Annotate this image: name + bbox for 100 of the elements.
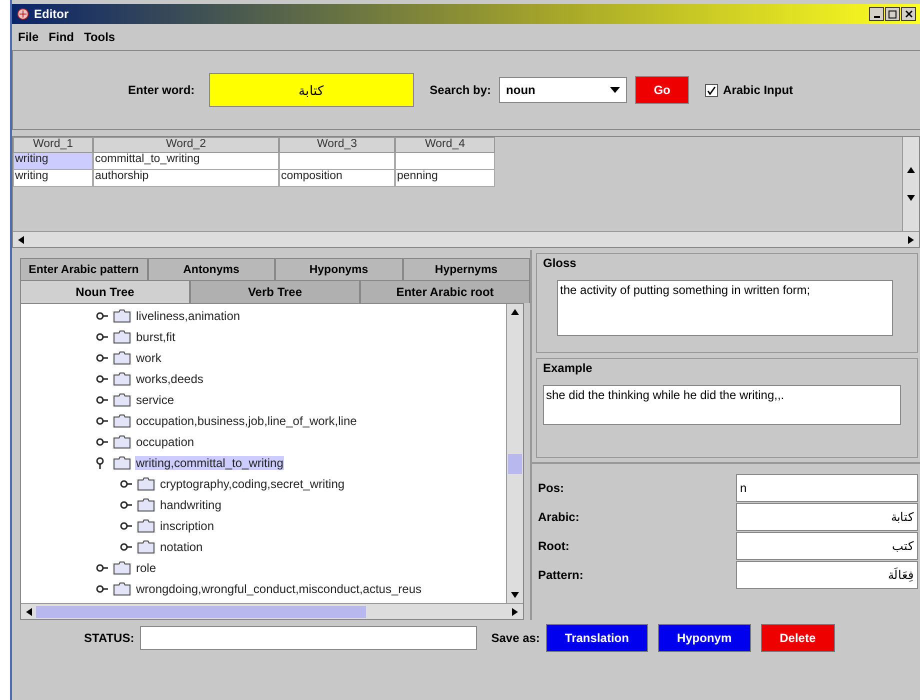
- word-field[interactable]: كتابة: [208, 73, 414, 107]
- collapsed-handle-icon[interactable]: [95, 372, 109, 384]
- vertical-scrollbar[interactable]: [506, 304, 523, 603]
- tree-item[interactable]: work: [135, 350, 162, 364]
- table-cell[interactable]: committal_to_writing: [93, 153, 279, 170]
- folder-icon: [113, 392, 131, 406]
- folder-icon: [113, 414, 131, 428]
- tab[interactable]: Antonyms: [148, 258, 275, 280]
- tab[interactable]: Hyponyms: [275, 258, 402, 280]
- field-label: Arabic:: [538, 510, 580, 524]
- vertical-scrollbar[interactable]: [902, 137, 919, 231]
- search-by-dropdown[interactable]: noun: [499, 77, 628, 103]
- save-button[interactable]: Hyponym: [658, 624, 751, 652]
- save-button[interactable]: Delete: [760, 624, 835, 652]
- horizontal-scrollbar[interactable]: [13, 231, 919, 247]
- table-cell[interactable]: composition: [279, 170, 395, 187]
- status-label: STATUS:: [84, 631, 134, 645]
- folder-icon: [113, 582, 131, 596]
- tree-item[interactable]: occupation,business,job,line_of_work,line: [135, 414, 358, 428]
- close-icon: [904, 10, 912, 18]
- tree-item[interactable]: writing,committal_to_writing: [135, 456, 284, 470]
- right-arrow-icon[interactable]: [511, 608, 519, 616]
- tree-item[interactable]: handwriting: [159, 498, 222, 512]
- down-arrow-icon[interactable]: [907, 194, 915, 202]
- table-cell[interactable]: penning: [395, 170, 495, 187]
- table-cell[interactable]: [395, 153, 495, 170]
- column-header[interactable]: Word_3: [279, 137, 395, 153]
- collapsed-handle-icon[interactable]: [119, 478, 133, 490]
- collapsed-handle-icon[interactable]: [119, 540, 133, 552]
- collapsed-handle-icon[interactable]: [95, 330, 109, 342]
- tab[interactable]: Hypernyms: [402, 258, 530, 280]
- collapsed-handle-icon[interactable]: [95, 436, 109, 448]
- tree-item[interactable]: liveliness,animation: [135, 308, 242, 322]
- tree-item[interactable]: occupation: [135, 434, 196, 448]
- folder-icon: [137, 540, 155, 554]
- status-field[interactable]: [140, 626, 478, 650]
- maximize-button[interactable]: [885, 7, 900, 21]
- collapsed-handle-icon[interactable]: [95, 352, 109, 364]
- folder-icon: [137, 518, 155, 532]
- scrollbar-thumb[interactable]: [508, 454, 522, 474]
- column-header[interactable]: Word_4: [395, 137, 495, 153]
- tree-item[interactable]: works,deeds: [135, 372, 204, 386]
- field-label: Root:: [538, 539, 570, 553]
- collapsed-handle-icon[interactable]: [119, 498, 133, 510]
- caret-icon: [610, 87, 620, 93]
- folder-icon: [113, 434, 131, 448]
- horizontal-scrollbar[interactable]: [21, 603, 523, 619]
- tab[interactable]: Noun Tree: [20, 280, 190, 303]
- collapsed-handle-icon[interactable]: [95, 562, 109, 574]
- tab[interactable]: Verb Tree: [190, 280, 360, 303]
- collapsed-handle-icon[interactable]: [95, 582, 109, 594]
- right-arrow-icon[interactable]: [907, 236, 915, 244]
- folder-icon: [113, 350, 131, 364]
- tree-item[interactable]: cryptography,coding,secret_writing: [159, 476, 346, 490]
- tree-item[interactable]: inscription: [159, 518, 216, 532]
- tree-item[interactable]: notation: [159, 540, 204, 554]
- tree-item[interactable]: burst,fit: [135, 330, 176, 344]
- table-cell[interactable]: authorship: [93, 170, 279, 187]
- collapsed-handle-icon[interactable]: [95, 394, 109, 406]
- folder-icon: [113, 456, 131, 470]
- tab[interactable]: Enter Arabic root: [360, 280, 530, 303]
- input-field[interactable]: n: [736, 474, 918, 502]
- column-header[interactable]: Word_2: [93, 137, 279, 153]
- checkbox[interactable]: [705, 84, 718, 96]
- example-text[interactable]: she did the thinking while he did the writing,,.: [543, 385, 901, 425]
- tree-item[interactable]: role: [135, 560, 158, 574]
- up-arrow-icon[interactable]: [511, 308, 519, 316]
- go-button[interactable]: Go: [635, 76, 690, 104]
- menu-item[interactable]: File: [18, 30, 39, 44]
- table-cell[interactable]: writing: [13, 170, 93, 187]
- field-label: Enter word:: [128, 83, 195, 97]
- collapsed-handle-icon[interactable]: [95, 310, 109, 322]
- close-button[interactable]: [901, 7, 916, 21]
- tab[interactable]: Enter Arabic pattern: [20, 258, 148, 280]
- gloss-text[interactable]: the activity of putting something in written form;: [557, 280, 893, 336]
- left-arrow-icon[interactable]: [17, 236, 25, 244]
- save-as-label: Save as:: [491, 631, 540, 645]
- minimize-button[interactable]: [869, 7, 884, 21]
- folder-icon: [113, 372, 131, 386]
- table-cell[interactable]: [279, 153, 395, 170]
- tree-item[interactable]: wrongdoing,wrongful_conduct,misconduct,actus_reus: [135, 582, 422, 596]
- panel-title: Example: [543, 361, 594, 375]
- folder-icon: [113, 308, 131, 322]
- collapsed-handle-icon[interactable]: [119, 520, 133, 532]
- input-field[interactable]: فِعَالَة: [736, 561, 918, 589]
- field-label: Pos:: [538, 481, 564, 495]
- table-cell[interactable]: writing: [13, 153, 93, 170]
- input-field[interactable]: كتب: [736, 532, 918, 560]
- menu-item[interactable]: Tools: [84, 30, 116, 44]
- input-field[interactable]: كتابة: [736, 503, 918, 531]
- down-arrow-icon[interactable]: [511, 591, 519, 599]
- left-arrow-icon[interactable]: [25, 608, 33, 616]
- up-arrow-icon[interactable]: [907, 166, 915, 174]
- menu-item[interactable]: Find: [48, 30, 74, 44]
- save-button[interactable]: Translation: [546, 624, 648, 652]
- tree-item[interactable]: service: [135, 392, 176, 406]
- collapsed-handle-icon[interactable]: [95, 414, 109, 426]
- column-header[interactable]: Word_1: [13, 137, 93, 153]
- scrollbar-thumb[interactable]: [36, 606, 366, 618]
- checkbox-label: Arabic Input: [723, 83, 794, 97]
